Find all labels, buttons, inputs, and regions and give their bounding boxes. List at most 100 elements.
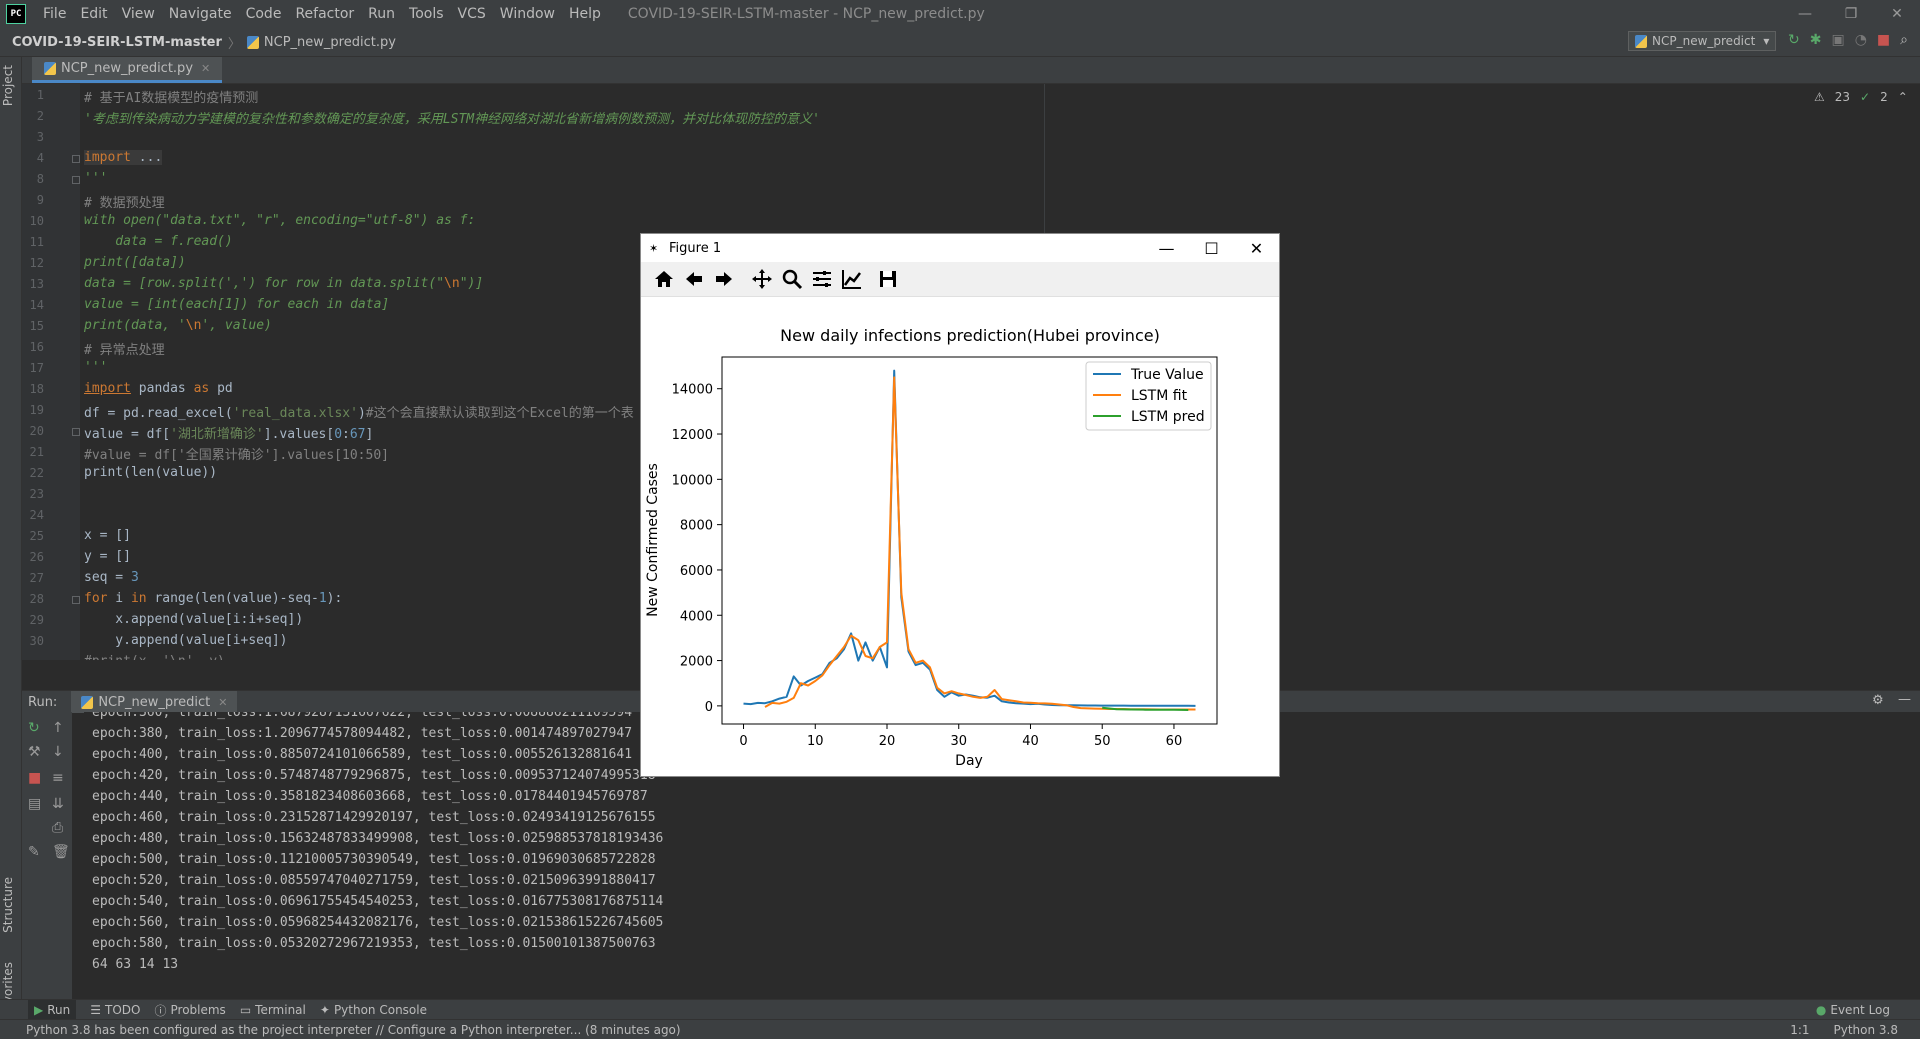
editor-tab[interactable]: NCP_new_predict.py ✕ (32, 57, 223, 83)
breadcrumb-file[interactable]: NCP_new_predict.py (264, 35, 396, 50)
legend: True Value LSTM fit LSTM pred (1085, 361, 1212, 431)
code-line: # 基于AI数据模型的疫情预测 (84, 91, 259, 106)
y-tick-label: 12000 (672, 428, 713, 443)
run-toolbar: ↻ ✱ ▣ ◔ ■ ⌕ (1788, 32, 1908, 48)
play-icon: ▶ (34, 1003, 44, 1017)
toolwindow-run[interactable]: ▶ Run (28, 1000, 77, 1020)
line-number: 3 (36, 130, 44, 144)
menu-help[interactable]: Help (562, 6, 608, 22)
maximize-icon[interactable]: ☐ (1189, 234, 1234, 262)
fold-icon[interactable] (72, 155, 80, 163)
cursor-position[interactable]: 1:1 (1790, 1023, 1809, 1037)
structure-tool-tab[interactable]: Structure (1, 877, 15, 933)
y-tick-label: 14000 (672, 383, 713, 398)
toolwindow-label: TODO (105, 1003, 141, 1017)
code-line: seq = 3 (84, 570, 139, 585)
line-number: 11 (29, 235, 44, 249)
editor-tabbar: NCP_new_predict.py ✕ (22, 57, 1920, 84)
edit-axis-icon[interactable] (841, 268, 863, 290)
menu-navigate[interactable]: Navigate (162, 6, 239, 22)
y-tick-label: 10000 (672, 473, 713, 488)
event-log-icon: ● (1815, 1003, 1827, 1017)
close-tab-icon[interactable]: ✕ (218, 696, 227, 709)
toolwindow-python-console[interactable]: ✦ Python Console (320, 1003, 427, 1017)
interpreter-indicator[interactable]: Python 3.8 (1834, 1023, 1899, 1037)
save-icon[interactable] (877, 268, 899, 290)
layout-icon[interactable]: ▤ (28, 796, 41, 812)
console-line: epoch:460, train_loss:0.2315287142992019… (92, 810, 656, 825)
fold-icon[interactable] (72, 176, 80, 184)
rerun-icon[interactable]: ↻ (28, 720, 40, 736)
line-number: 12 (29, 256, 44, 270)
close-tab-icon[interactable]: ✕ (201, 62, 210, 75)
configure-subplots-icon[interactable] (811, 268, 833, 290)
toolwindow-label: Run (47, 1003, 71, 1017)
menu-view[interactable]: View (115, 6, 162, 22)
restore-icon[interactable]: ❐ (1828, 0, 1874, 28)
debug-icon[interactable]: ✱ (1810, 32, 1822, 48)
menu-tools[interactable]: Tools (402, 6, 451, 22)
legend-label-true-value: True Value (1130, 367, 1204, 383)
check-icon: ✓ (1860, 90, 1871, 104)
search-icon[interactable]: ⌕ (1900, 32, 1908, 48)
fold-icon[interactable] (72, 428, 80, 436)
code-line: #print(x, '\n', y) (84, 654, 225, 660)
gear-icon[interactable]: ⚙ (1872, 693, 1884, 708)
profile-icon[interactable]: ◔ (1855, 32, 1867, 48)
code-line: x.append(value[i:i+seq]) (84, 612, 304, 627)
minimize-icon[interactable]: — (1782, 0, 1828, 28)
toolwindow-problems[interactable]: ⓘ Problems (154, 1002, 225, 1019)
chevron-up-icon[interactable]: ⌃ (1898, 90, 1908, 104)
close-icon[interactable]: ✕ (1874, 0, 1920, 28)
wrench-icon[interactable]: ⚒ (28, 744, 41, 760)
fold-icon[interactable] (72, 596, 80, 604)
menu-refactor[interactable]: Refactor (288, 6, 361, 22)
toolwindow-todo[interactable]: ☰ TODO (90, 1003, 140, 1017)
toolwindow-terminal[interactable]: ▭ Terminal (240, 1003, 306, 1017)
menu-edit[interactable]: Edit (73, 6, 114, 22)
pan-icon[interactable] (751, 268, 773, 290)
zoom-icon[interactable] (781, 268, 803, 290)
home-icon[interactable] (653, 268, 675, 290)
menu-run[interactable]: Run (361, 6, 402, 22)
code-line: print(data, '\n', value) (84, 318, 272, 333)
pin-icon[interactable]: ✎ (28, 844, 40, 860)
toolwindow-event-log[interactable]: ● Event Log (1816, 1003, 1890, 1017)
toolwindow-label: Event Log (1830, 1003, 1890, 1017)
menu-window[interactable]: Window (493, 6, 562, 22)
project-tool-tab[interactable]: Project (1, 65, 15, 106)
stop-icon[interactable]: ■ (1877, 32, 1890, 48)
trash-icon[interactable]: 🗑 (52, 844, 70, 860)
list-icon: ☰ (90, 1003, 102, 1017)
menu-file[interactable]: File (36, 6, 73, 22)
python-icon: ✦ (319, 1003, 330, 1017)
rerun-icon[interactable]: ↻ (1788, 32, 1800, 48)
back-arrow-icon[interactable] (683, 268, 705, 290)
soft-wrap-icon[interactable]: ≡ (52, 770, 64, 786)
run-label: Run: (28, 694, 58, 710)
inspection-widget[interactable]: ⚠23 ✓2 ⌃ ⌄ (1814, 90, 1920, 104)
y-tick-label: 4000 (680, 609, 713, 624)
up-arrow-icon[interactable]: ↑ (52, 720, 64, 736)
code-line: data = f.read() (84, 234, 233, 249)
run-tab[interactable]: NCP_new_predict ✕ (71, 691, 238, 713)
minimize-icon[interactable]: — (1144, 234, 1189, 262)
scroll-to-end-icon[interactable]: ⇊ (52, 796, 64, 812)
forward-arrow-icon[interactable] (713, 268, 735, 290)
down-arrow-icon[interactable]: ↓ (52, 744, 64, 760)
hide-icon[interactable]: — (1898, 692, 1911, 707)
close-icon[interactable]: ✕ (1234, 234, 1279, 262)
menu-code[interactable]: Code (239, 6, 289, 22)
matplotlib-icon: ✶ (649, 242, 659, 255)
run-config-select[interactable]: NCP_new_predict ▾ (1628, 31, 1776, 51)
console-line: epoch:360, train_loss:1.6879287131667622… (92, 712, 633, 720)
stop-icon[interactable]: ■ (28, 770, 41, 786)
x-axis-label: Day (955, 753, 983, 769)
menu-vcs[interactable]: VCS (451, 6, 493, 22)
line-number: 17 (29, 361, 44, 375)
status-message[interactable]: Python 3.8 has been configured as the pr… (26, 1023, 681, 1037)
line-number: 2 (36, 109, 44, 123)
breadcrumb-project[interactable]: COVID-19-SEIR-LSTM-master (12, 35, 222, 50)
print-icon[interactable]: ⎙ (52, 820, 63, 836)
coverage-icon[interactable]: ▣ (1831, 32, 1844, 48)
